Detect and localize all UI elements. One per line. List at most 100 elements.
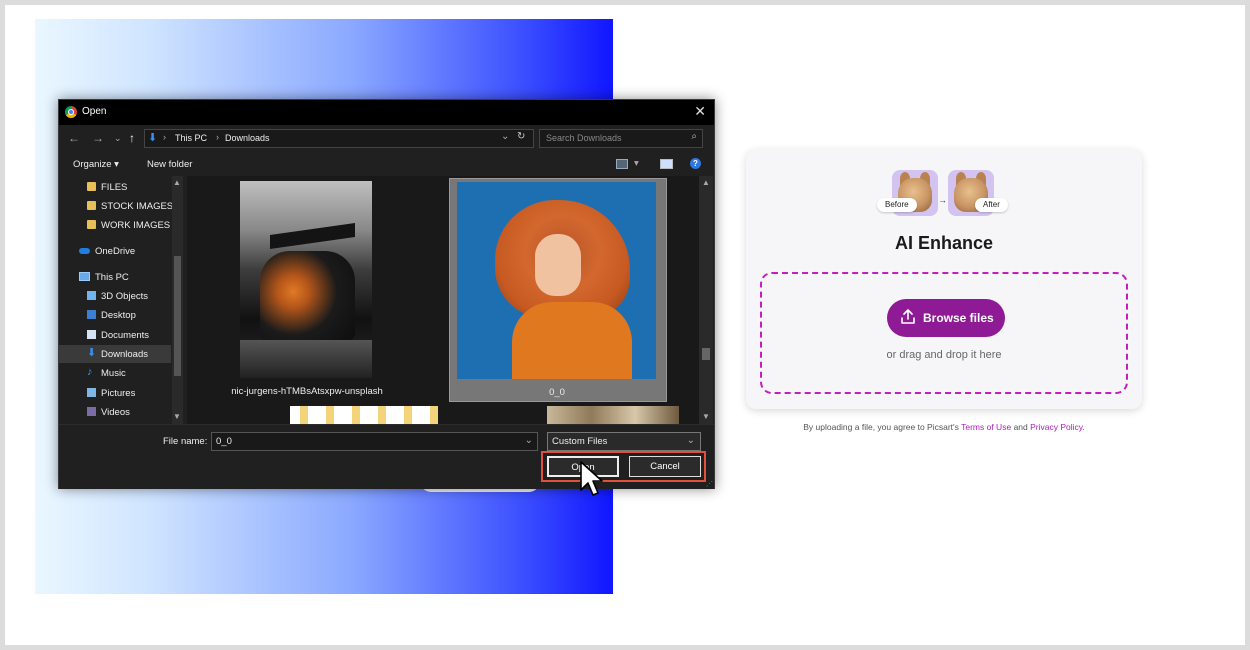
sidebar-item-onedrive[interactable]: OneDrive	[77, 242, 185, 260]
cloud-icon	[79, 248, 90, 254]
sidebar-item-music[interactable]: ♪ Music	[85, 364, 185, 382]
browse-files-label: Browse files	[923, 311, 994, 325]
sidebar-item-files[interactable]: FILES	[85, 178, 185, 196]
chevron-down-icon[interactable]: ⌄	[525, 435, 533, 446]
view-dropdown-icon[interactable]: ▾	[634, 158, 639, 169]
sidebar-item-label: This PC	[95, 272, 129, 283]
sidebar-item-label: Videos	[101, 407, 130, 418]
sidebar-item-label: FILES	[101, 182, 128, 193]
up-arrow-icon[interactable]: ↑	[129, 131, 135, 145]
dialog-titlebar: Open ✕	[59, 100, 714, 125]
browse-files-button[interactable]: Browse files	[887, 299, 1005, 337]
sidebar-item-label: 3D Objects	[101, 291, 148, 302]
file-thumbnail[interactable]	[547, 406, 679, 424]
car-spoiler	[270, 223, 355, 249]
sidebar-item-label: STOCK IMAGES	[101, 201, 174, 212]
document-icon	[87, 330, 96, 339]
portrait-face	[535, 234, 581, 296]
sidebar-item-label: Downloads	[101, 349, 148, 360]
file-name-input[interactable]: 0_0 ⌄	[211, 432, 538, 451]
privacy-policy-link[interactable]: Privacy Policy.	[1030, 422, 1085, 432]
open-file-dialog: Open ✕ ← → ⌄ ↑ ⬇ › This PC › Downloads ⌄…	[58, 99, 715, 489]
scroll-down-icon[interactable]: ▼	[702, 412, 710, 421]
dialog-toolbar: Organize ▾ New folder ▾ ?	[59, 151, 714, 176]
file-name-caption: File name:	[163, 436, 208, 447]
road	[240, 340, 372, 378]
navigation-pane: FILES STOCK IMAGES WORK IMAGES OneDrive …	[59, 176, 185, 424]
terms-prefix: By uploading a file, you agree to Picsar…	[803, 422, 959, 432]
close-icon[interactable]: ✕	[694, 103, 706, 120]
portrait-shirt	[512, 302, 632, 379]
sidebar-item-label: Pictures	[101, 388, 136, 399]
preview-pane-icon[interactable]	[660, 159, 673, 169]
drop-zone[interactable]: Browse files or drag and drop it here	[760, 272, 1128, 394]
folder-icon	[87, 201, 96, 210]
car-image	[260, 251, 355, 341]
card-title: AI Enhance	[894, 233, 994, 253]
drag-drop-hint: or drag and drop it here	[886, 349, 1002, 361]
sidebar-item-downloads[interactable]: ⬇ Downloads	[59, 345, 171, 363]
sidebar-scrollbar[interactable]: ▲ ▼	[172, 176, 183, 424]
organize-button[interactable]: Organize ▾	[73, 159, 119, 170]
sidebar-item-desktop[interactable]: Desktop	[85, 306, 185, 324]
scrollbar-thumb[interactable]	[174, 256, 181, 376]
desktop-icon	[87, 310, 96, 319]
file-thumbnail-selected[interactable]	[457, 182, 656, 379]
scroll-up-icon[interactable]: ▲	[702, 178, 710, 187]
forward-arrow-icon[interactable]: →	[92, 131, 104, 145]
recent-chevron-icon[interactable]: ⌄	[114, 133, 122, 144]
breadcrumb-downloads[interactable]: Downloads	[225, 133, 270, 143]
breadcrumb-separator-icon: ›	[216, 132, 219, 142]
new-folder-button[interactable]: New folder	[147, 159, 192, 170]
sidebar-item-pictures[interactable]: Pictures	[85, 384, 185, 402]
sidebar-item-videos[interactable]: Videos	[85, 403, 185, 421]
music-icon: ♪	[87, 366, 93, 378]
sidebar-item-label: Music	[101, 368, 126, 379]
sidebar-item-documents[interactable]: Documents	[85, 326, 185, 344]
file-thumbnail[interactable]	[240, 181, 372, 378]
address-bar[interactable]: ⬇ › This PC › Downloads ⌄ ↻	[144, 129, 534, 148]
videos-icon	[87, 407, 96, 416]
view-options-icon[interactable]	[616, 159, 628, 169]
terms-and: and	[1013, 422, 1028, 432]
scrollbar-thumb[interactable]	[702, 348, 710, 360]
terms-notice: By uploading a file, you agree to Picsar…	[744, 422, 1144, 432]
file-name-label[interactable]: nic-jurgens-hTMBsAtsxpw-unsplash	[187, 386, 427, 397]
breadcrumb-this-pc[interactable]: This PC	[175, 133, 207, 143]
dialog-footer: File name: 0_0 ⌄ Custom Files ⌄ Open Can…	[59, 424, 714, 489]
sidebar-item-this-pc[interactable]: This PC	[77, 268, 185, 286]
scroll-up-icon[interactable]: ▲	[173, 178, 181, 187]
file-name-label[interactable]: 0_0	[449, 387, 665, 398]
sidebar-item-label: Documents	[101, 330, 150, 341]
resize-grip-icon[interactable]: ⋰	[706, 480, 713, 488]
mouse-cursor-icon	[580, 461, 603, 496]
cancel-button[interactable]: Cancel	[629, 456, 701, 477]
file-thumbnail[interactable]	[290, 406, 438, 424]
chrome-icon	[65, 106, 77, 118]
scroll-down-icon[interactable]: ▼	[173, 412, 181, 421]
sidebar-item-3d-objects[interactable]: 3D Objects	[85, 287, 185, 305]
cube-icon	[87, 291, 96, 300]
upload-card: → Before After AI Enhance Browse files o…	[746, 149, 1142, 409]
chevron-down-icon[interactable]: ⌄	[501, 131, 509, 142]
file-type-select[interactable]: Custom Files ⌄	[547, 432, 701, 451]
arrow-right-icon: →	[938, 195, 947, 205]
folder-icon	[87, 220, 96, 229]
search-placeholder: Search Downloads	[546, 133, 622, 143]
chevron-down-icon: ⌄	[686, 435, 695, 446]
sidebar-item-stock-images[interactable]: STOCK IMAGES	[85, 197, 185, 215]
sidebar-item-work-images[interactable]: WORK IMAGES	[85, 216, 185, 234]
after-badge: After	[975, 198, 1008, 212]
sidebar-item-label: Desktop	[101, 310, 136, 321]
file-type-value: Custom Files	[552, 436, 608, 447]
terms-of-use-link[interactable]: Terms of Use	[961, 422, 1011, 432]
back-arrow-icon[interactable]: ←	[68, 131, 80, 145]
search-input[interactable]: Search Downloads ⌕	[539, 129, 703, 148]
upload-icon	[901, 309, 915, 324]
help-icon[interactable]: ?	[690, 158, 701, 169]
computer-icon	[79, 272, 90, 281]
download-icon: ⬇	[148, 132, 158, 144]
refresh-icon[interactable]: ↻	[517, 131, 525, 142]
file-list-scrollbar[interactable]: ▲ ▼	[699, 176, 713, 424]
breadcrumb-separator-icon: ›	[163, 132, 166, 142]
